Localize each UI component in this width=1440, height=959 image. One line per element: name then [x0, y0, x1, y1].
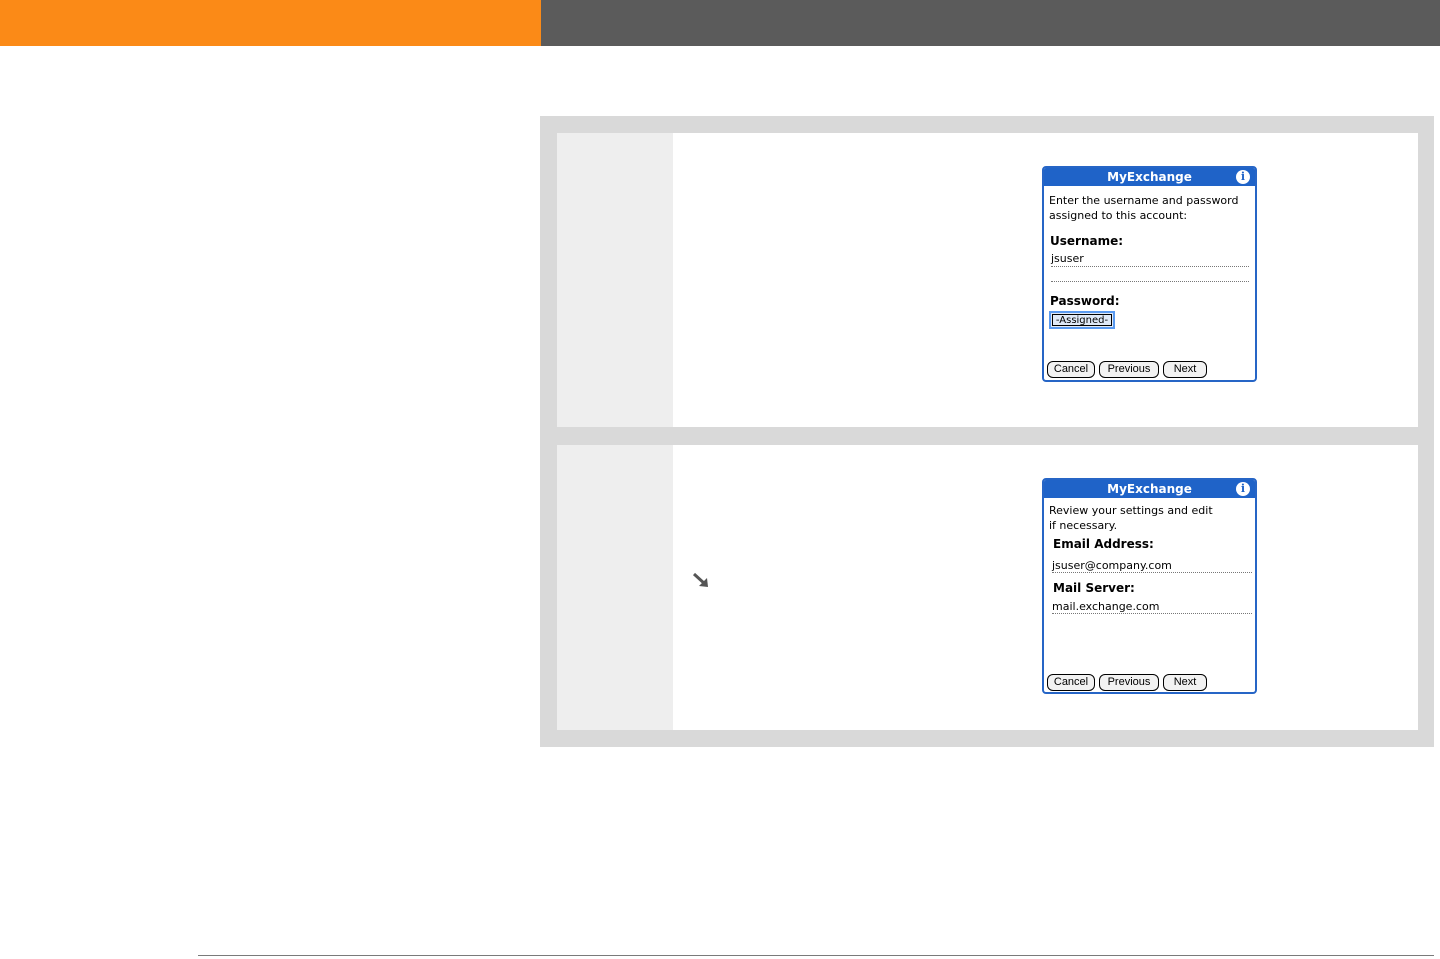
dialog-instructions: Review your settings and edit if necessa…	[1049, 503, 1213, 533]
steps-container: MyExchange i Enter the username and pass…	[540, 116, 1434, 747]
dialog-title: MyExchange	[1107, 170, 1192, 184]
myexchange-dialog-credentials: MyExchange i Enter the username and pass…	[1042, 166, 1257, 382]
previous-button[interactable]: Previous	[1099, 674, 1159, 691]
previous-button[interactable]: Previous	[1099, 361, 1159, 378]
myexchange-dialog-review: MyExchange i Review your settings and ed…	[1042, 478, 1257, 694]
instruction-line: assigned to this account:	[1049, 209, 1188, 222]
mail-server-underline	[1052, 613, 1252, 614]
username-field[interactable]: jsuser	[1051, 252, 1084, 265]
email-underline	[1052, 572, 1252, 573]
header-orange-bar	[0, 0, 541, 46]
instruction-line: Review your settings and edit	[1049, 504, 1213, 517]
arrow-down-right-icon	[692, 572, 708, 587]
info-icon[interactable]: i	[1236, 482, 1250, 496]
step-panel-2: MyExchange i Review your settings and ed…	[557, 445, 1418, 730]
dialog-title: MyExchange	[1107, 482, 1192, 496]
password-label: Password:	[1050, 294, 1120, 308]
email-label: Email Address:	[1053, 537, 1154, 551]
footer-divider	[198, 955, 1434, 956]
username-label: Username:	[1050, 234, 1124, 248]
instruction-line: Enter the username and password	[1049, 194, 1239, 207]
step-number-column	[557, 133, 673, 427]
header-gray-bar	[541, 0, 1440, 46]
mail-server-label: Mail Server:	[1053, 581, 1135, 595]
step-number-column	[557, 445, 673, 730]
instruction-line: if necessary.	[1049, 519, 1118, 532]
password-value: -Assigned-	[1052, 314, 1112, 326]
dialog-title-bar: MyExchange i	[1044, 168, 1255, 186]
password-selector[interactable]: -Assigned-	[1049, 311, 1115, 329]
step-panel-1: MyExchange i Enter the username and pass…	[557, 133, 1418, 427]
username-underline	[1051, 266, 1249, 267]
cancel-button[interactable]: Cancel	[1047, 361, 1095, 378]
next-button[interactable]: Next	[1163, 361, 1207, 378]
username-underline-2	[1051, 281, 1249, 282]
mail-server-field[interactable]: mail.exchange.com	[1052, 600, 1159, 613]
dialog-instructions: Enter the username and password assigned…	[1049, 193, 1238, 223]
next-button[interactable]: Next	[1163, 674, 1207, 691]
cancel-button[interactable]: Cancel	[1047, 674, 1095, 691]
email-field[interactable]: jsuser@company.com	[1052, 559, 1172, 572]
info-icon[interactable]: i	[1236, 170, 1250, 184]
dialog-title-bar: MyExchange i	[1044, 480, 1255, 498]
